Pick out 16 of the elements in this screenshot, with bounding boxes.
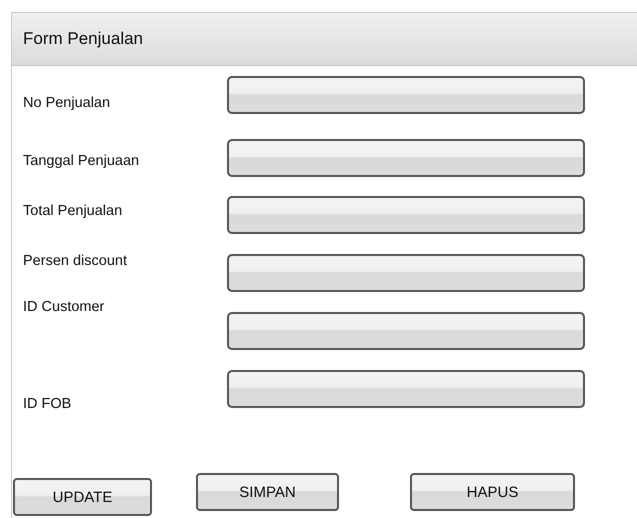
input-field[interactable]: [227, 254, 585, 292]
field-label: Tanggal Penjuaan: [23, 152, 140, 171]
action-button[interactable]: SIMPAN: [196, 473, 339, 511]
input-field[interactable]: [227, 312, 585, 350]
action-button[interactable]: UPDATE: [13, 478, 152, 516]
action-button[interactable]: HAPUS: [410, 473, 575, 511]
input-field[interactable]: [227, 196, 585, 234]
window-title: Form Penjualan: [12, 13, 637, 66]
field-label: ID FOB: [23, 395, 72, 414]
field-label: No Penjualan: [23, 94, 110, 113]
input-field[interactable]: [227, 370, 585, 408]
field-label: ID Customer: [23, 298, 104, 317]
field-label: Total Penjualan: [23, 202, 122, 221]
field-label: Persen discount: [23, 252, 127, 271]
input-field[interactable]: [227, 76, 585, 114]
input-field[interactable]: [227, 139, 585, 177]
